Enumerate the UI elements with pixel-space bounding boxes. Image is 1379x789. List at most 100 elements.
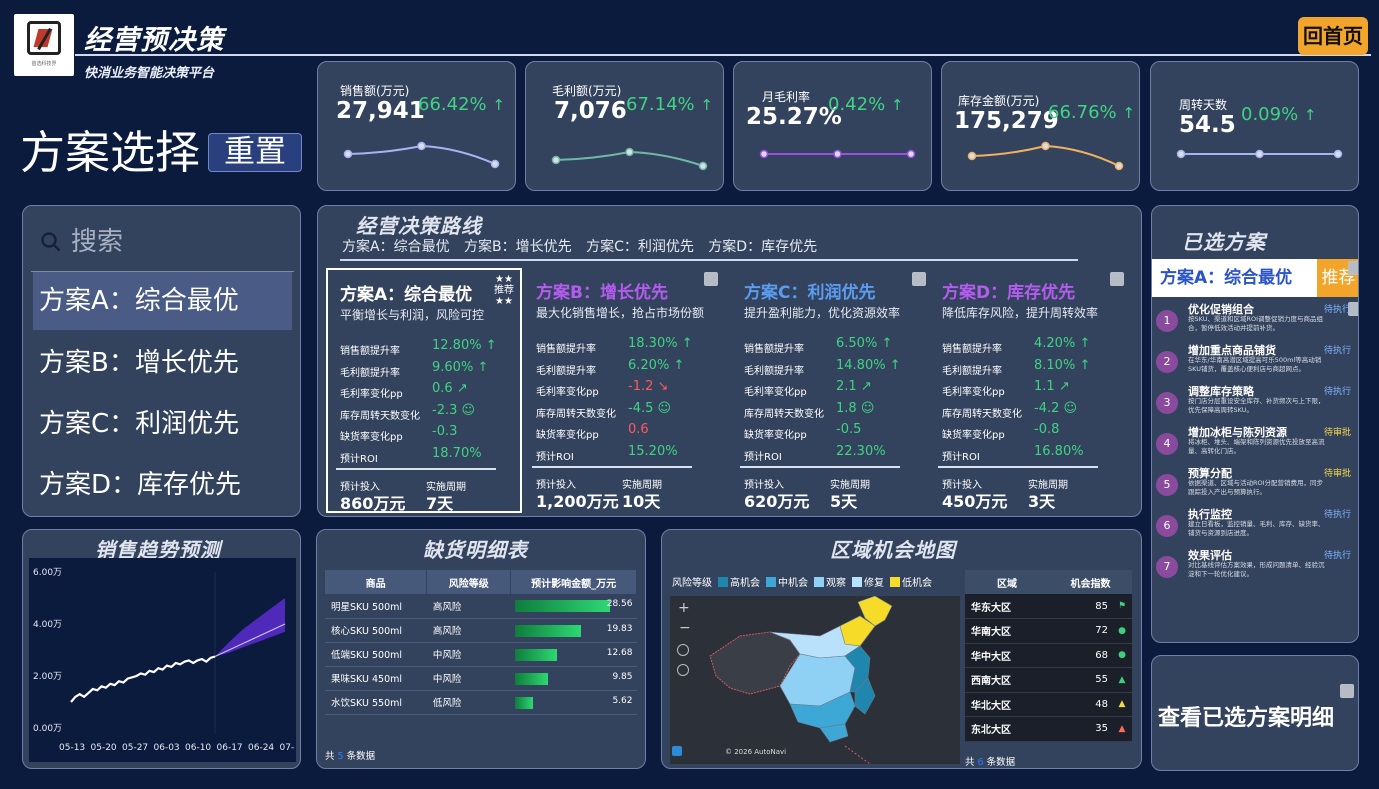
table-row[interactable]: 水饮SKU 550ml 低风险 5.62 [325,690,637,715]
period-value: 3天 [1028,492,1056,511]
metric-value-wrap: -4.5 ☺ [628,401,671,416]
scheme-card-a[interactable]: 方案A：综合最优 平衡增长与利润，风险可控 ★★ 推荐 ★★ 销售额提升率 12.80%… [326,268,522,513]
table-row[interactable]: 西南大区 55 ▲ [965,667,1132,693]
sparkline-point [759,149,769,159]
view-details-button[interactable]: 查看已选方案明细 [1158,700,1334,732]
scheme-card-b[interactable]: 方案B：增长优先 最大化销售增长，抢占市场份额 销售额提升率 18.30% ↑ 毛… [524,268,720,513]
table-row[interactable]: 果味SKU 450ml 中风险 9.85 [325,666,637,691]
metric-value-wrap: 0.6 [628,422,649,437]
step-status: 待执行 [1324,551,1352,561]
search-input[interactable] [71,224,281,260]
metric-value-wrap: -0.8 [1034,422,1059,437]
sparkline-point [967,151,977,161]
count-prefix: 共 [325,751,335,762]
oos-amount: 28.56 [606,599,633,609]
scheme-card-c[interactable]: 方案C：利润优先 提升盈利能力，优化资源效率 销售额提升率 6.50% ↑ 毛利额… [732,268,928,513]
zoom-in-icon[interactable]: + [678,600,690,616]
oos-col-amount[interactable]: 预计影响金额_万元 [510,570,637,594]
metric-value: -1.2 [628,379,654,394]
metric-value-wrap: 15.20% [628,444,678,459]
trend-icon: ↘ [657,379,669,394]
table-row[interactable]: 核心SKU 500ml 高风险 19.83 [325,618,637,643]
kpi-sparkline [551,147,708,171]
logo-caption: 首选科技界 [31,61,57,67]
table-row[interactable]: 华东大区 85 ⚑ [965,594,1132,619]
metric-label: 缺货率变化pp [536,430,599,441]
metric-row: 毛利率变化pp 1.1 ↗ [942,379,1122,399]
metric-label: 缺货率变化pp [942,430,1005,441]
zoom-out-icon[interactable]: − [679,620,691,636]
metric-value-wrap: 22.30% [836,444,886,459]
card-divider [740,466,900,468]
oos-amount-bar [514,600,610,612]
step-desc: 依据渠道、区域与活动ROI分配营销费用，同步跟踪投入产出与预算执行。 [1188,479,1324,496]
legend-item[interactable]: 低机会 [884,577,932,589]
table-row[interactable]: 华北大区 48 ▲ [965,692,1132,717]
oos-col-product[interactable]: 商品 [325,570,428,594]
step-desc: 在华东/华南高潜区域提高可乐500ml等高动销SKU铺货，覆盖核心便利店与商超网… [1188,356,1322,373]
oos-col-risk[interactable]: 风险等级 [426,570,512,594]
oos-risk: 高风险 [426,618,511,643]
legend-item[interactable]: 观察 [808,577,846,589]
table-row[interactable]: 东北大区 35 ▲ [965,716,1132,742]
metric-label: 毛利额提升率 [744,365,804,377]
trend-icon: ↑ [881,336,893,351]
table-row[interactable]: 明星SKU 500ml 高风险 28.56 [325,594,637,619]
step-number: 1 [1156,310,1178,332]
region-col-name[interactable]: 区域 [965,570,1049,594]
table-row[interactable]: 低端SKU 500ml 中风险 12.68 [325,642,637,667]
step-number: 3 [1156,392,1178,414]
oos-amount: 19.83 [606,623,633,634]
scheme-item-d[interactable]: 方案D：库存优先 [33,456,292,514]
step-status: 待执行 [1324,510,1352,520]
oos-amount-bar [514,696,534,709]
x-tick-label: 05-13 [59,743,85,753]
card-divider [532,466,692,468]
legend-label: 中机会 [778,578,808,589]
sparkline-point [625,147,634,157]
legend-item[interactable]: 高机会 [712,577,760,589]
card-scheme-name: 方案D：库存优先 [942,283,1076,303]
metric-value: 1.1 [1034,379,1055,394]
scheme-item-a[interactable]: 方案A：综合最优 [33,272,292,330]
filter-icon[interactable] [1110,272,1124,286]
metric-value: -0.8 [1034,422,1060,437]
compass-icon[interactable] [677,644,689,656]
region-map-panel: 区域机会地图 风险等级 高机会 中机会 观察 修复 低机会 + − © 2026… [661,529,1142,769]
table-row[interactable]: 华南大区 72 ● [965,618,1132,644]
home-button[interactable]: 回首页 [1298,17,1368,55]
metric-row: 销售额提升率 18.30% ↑ [536,336,716,356]
metric-label: 销售额提升率 [340,346,400,357]
filter-icon[interactable] [912,272,926,286]
china-map[interactable]: + − © 2026 AutoNavi [670,596,960,764]
oos-amount-bar [514,672,548,685]
filter-icon[interactable] [704,272,718,286]
view-details-panel: 查看已选方案明细 [1151,655,1359,771]
region-index: 55 [1049,667,1112,693]
legend-item[interactable]: 中机会 [760,577,808,589]
step-number: 5 [1156,474,1178,496]
metric-row: 毛利率变化pp 2.1 ↗ [744,379,924,399]
oos-amount-cell: 12.68 [510,642,637,667]
scheme-item-c[interactable]: 方案C：利润优先 [33,395,292,453]
step-status: 待审批 [1324,428,1352,438]
card-scheme-desc: 最大化销售增长，抢占市场份额 [536,306,705,320]
legend-item[interactable]: 修复 [846,577,884,589]
metric-label: 缺货率变化pp [744,430,807,441]
card-divider [938,466,1098,468]
sparkline-point [1176,149,1186,159]
out-of-stock-panel: 缺货明细表 商品 风险等级 预计影响金额_万元 明星SKU 500ml 高风险 … [316,529,646,769]
sparkline-point [906,149,916,159]
filter-icon[interactable] [1340,684,1354,698]
legend-swatch [890,577,900,587]
reset-button[interactable]: 重置 [208,133,302,172]
metric-row: 毛利率变化pp -1.2 ↘ [536,379,716,399]
locate-icon[interactable] [677,664,689,676]
filter-icon[interactable] [1348,261,1358,275]
card-scheme-name: 方案C：利润优先 [744,283,876,303]
scheme-item-b[interactable]: 方案B：增长优先 [33,334,292,392]
region-col-index[interactable]: 机会指数 [1049,570,1132,594]
table-row[interactable]: 华中大区 68 ● [965,643,1132,668]
scheme-card-d[interactable]: 方案D：库存优先 降低库存风险，提升周转效率 销售额提升率 4.20% ↑ 毛利额… [930,268,1126,513]
metric-value: 4.20% [1034,336,1076,351]
